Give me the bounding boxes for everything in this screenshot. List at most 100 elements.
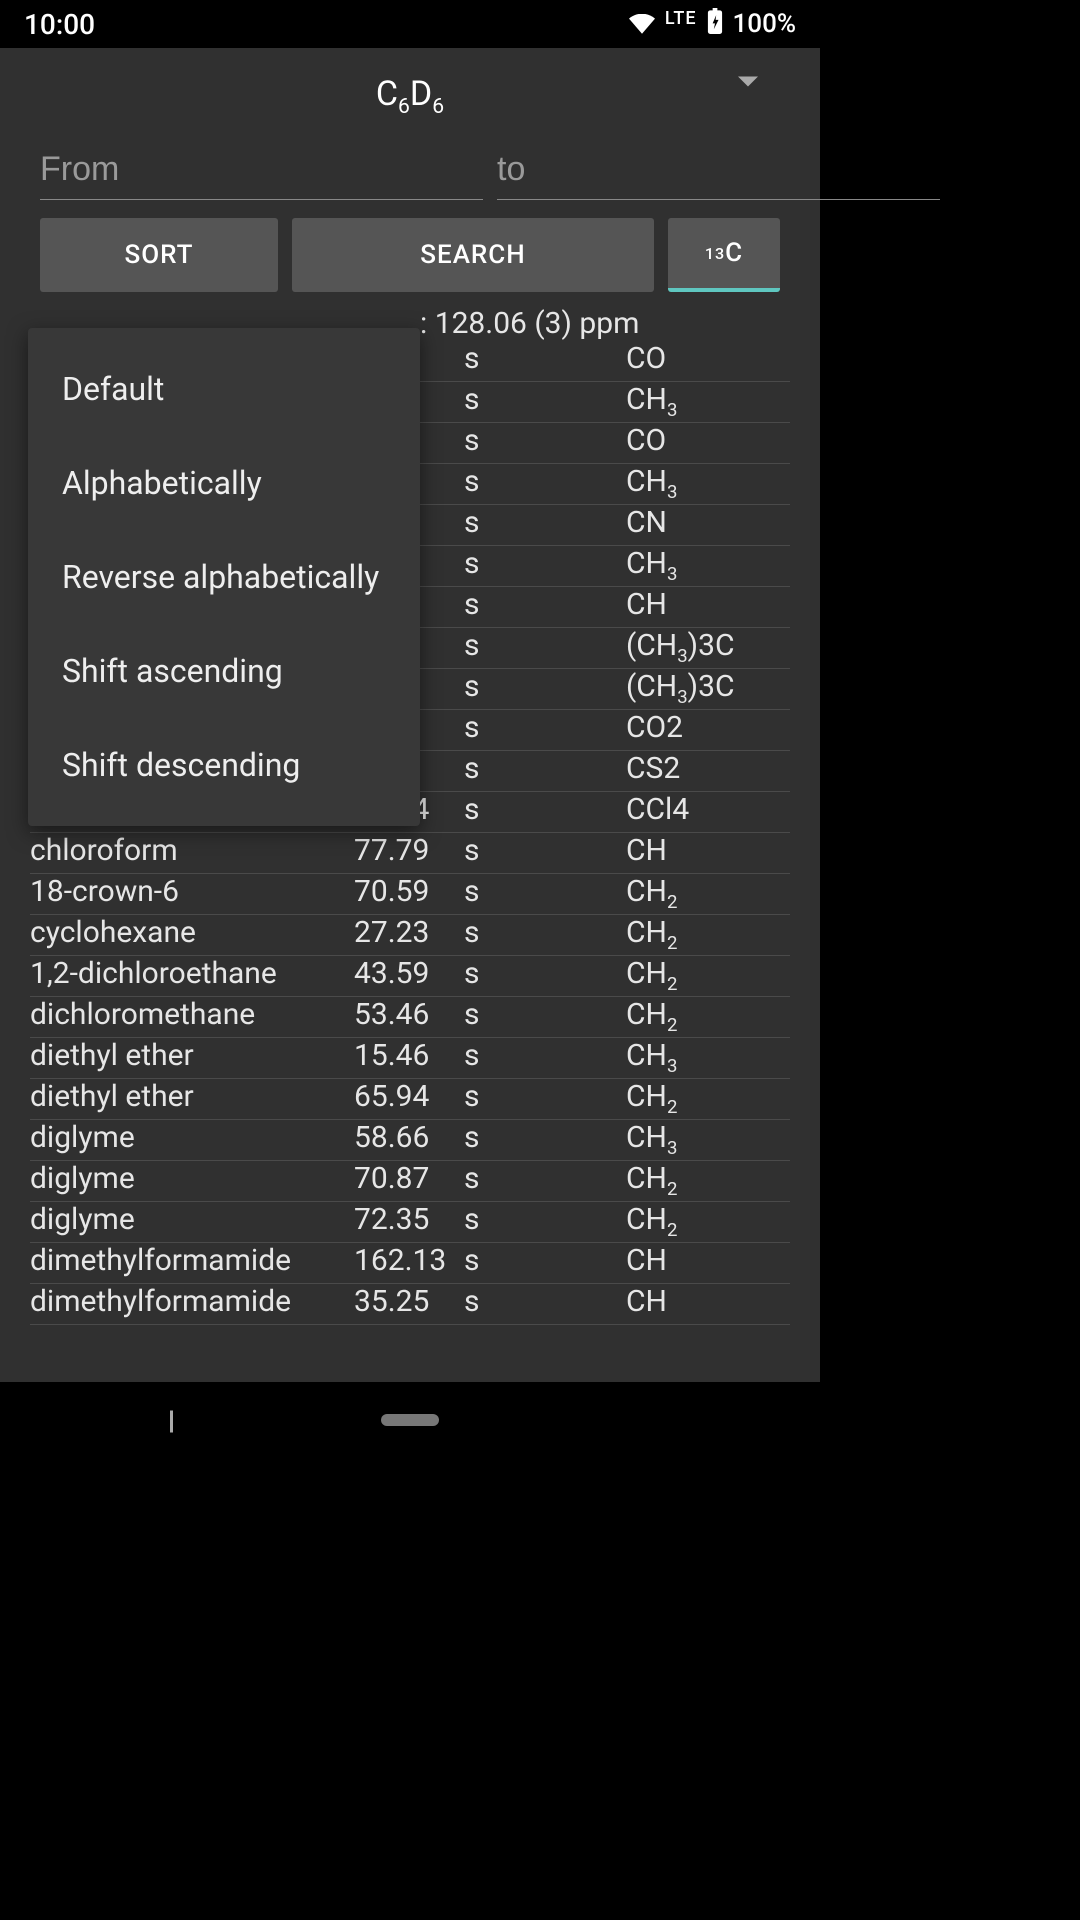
status-right: LTE 100% xyxy=(629,8,796,41)
multiplicity: s xyxy=(464,382,626,417)
compound-name: dimethylformamide xyxy=(30,1284,354,1319)
range-row xyxy=(0,144,820,218)
assignment: CS2 xyxy=(626,751,790,786)
assignment: CH2 xyxy=(626,1161,790,1200)
from-input[interactable] xyxy=(40,144,483,200)
sort-menu-item[interactable]: Default xyxy=(28,342,420,436)
table-row[interactable]: 1,2-dichloroethane43.59sCH2 xyxy=(30,956,790,997)
wifi-icon xyxy=(629,8,655,41)
android-nav-bar xyxy=(0,1382,820,1458)
multiplicity: s xyxy=(464,997,626,1032)
home-pill[interactable] xyxy=(381,1414,439,1426)
table-row[interactable]: chloroform77.79sCH xyxy=(30,833,790,874)
shift-value: 43.59 xyxy=(354,956,464,991)
multiplicity: s xyxy=(464,1161,626,1196)
assignment: CO2 xyxy=(626,710,790,745)
solvent-label: C6D6 xyxy=(376,74,444,119)
compound-name: 1,2-dichloroethane xyxy=(30,956,354,991)
compound-name: diglyme xyxy=(30,1161,354,1196)
multiplicity: s xyxy=(464,874,626,909)
assignment: CH3 xyxy=(626,1038,790,1077)
assignment: CH2 xyxy=(626,874,790,913)
shift-value: 72.35 xyxy=(354,1202,464,1237)
assignment: CO xyxy=(626,341,790,376)
multiplicity: s xyxy=(464,956,626,991)
compound-name: diethyl ether xyxy=(30,1038,354,1073)
multiplicity: s xyxy=(464,792,626,827)
shift-value: 58.66 xyxy=(354,1120,464,1155)
compound-name: 18-crown-6 xyxy=(30,874,354,909)
assignment: (CH3)3C xyxy=(626,669,790,708)
assignment: CH3 xyxy=(626,546,790,585)
multiplicity: s xyxy=(464,833,626,868)
multiplicity: s xyxy=(464,1079,626,1114)
multiplicity: s xyxy=(464,1202,626,1237)
app-surface: C6D6 SORT SEARCH 13C : 128.06 (3) ppm 2s… xyxy=(0,48,820,1382)
multiplicity: s xyxy=(464,710,626,745)
multiplicity: s xyxy=(464,628,626,663)
shift-value: 162.13 xyxy=(354,1243,464,1278)
table-row[interactable]: diglyme58.66sCH3 xyxy=(30,1120,790,1161)
multiplicity: s xyxy=(464,341,626,376)
status-bar: 10:00 LTE 100% xyxy=(0,0,820,48)
assignment: CN xyxy=(626,505,790,540)
assignment: CH3 xyxy=(626,464,790,503)
multiplicity: s xyxy=(464,669,626,704)
compound-name: dichloromethane xyxy=(30,997,354,1032)
search-button[interactable]: SEARCH xyxy=(292,218,654,292)
assignment: CH xyxy=(626,833,790,868)
sort-menu-item[interactable]: Alphabetically xyxy=(28,436,420,530)
battery-percent: 100% xyxy=(733,9,796,39)
compound-name: diglyme xyxy=(30,1120,354,1155)
assignment: CH2 xyxy=(626,997,790,1036)
compound-name: dimethylformamide xyxy=(30,1243,354,1278)
sort-menu-item[interactable]: Shift descending xyxy=(28,718,420,812)
to-input[interactable] xyxy=(497,144,940,200)
multiplicity: s xyxy=(464,1038,626,1073)
multiplicity: s xyxy=(464,1243,626,1278)
nucleus-toggle[interactable]: 13C xyxy=(668,218,780,292)
shift-value: 65.94 xyxy=(354,1079,464,1114)
compound-name: cyclohexane xyxy=(30,915,354,950)
shift-value: 35.25 xyxy=(354,1284,464,1319)
table-row[interactable]: dimethylformamide35.25sCH xyxy=(30,1284,790,1325)
table-row[interactable]: 18-crown-670.59sCH2 xyxy=(30,874,790,915)
multiplicity: s xyxy=(464,751,626,786)
table-row[interactable]: cyclohexane27.23sCH2 xyxy=(30,915,790,956)
status-time: 10:00 xyxy=(24,8,95,41)
button-row: SORT SEARCH 13C xyxy=(0,218,820,292)
assignment: CCl4 xyxy=(626,792,790,827)
assignment: CH2 xyxy=(626,1079,790,1118)
battery-icon xyxy=(707,8,723,41)
assignment: CH xyxy=(626,587,790,622)
table-row[interactable]: diglyme72.35sCH2 xyxy=(30,1202,790,1243)
shift-value: 15.46 xyxy=(354,1038,464,1073)
shift-value: 70.59 xyxy=(354,874,464,909)
multiplicity: s xyxy=(464,423,626,458)
back-icon[interactable] xyxy=(170,1411,173,1430)
table-row[interactable]: diethyl ether15.46sCH3 xyxy=(30,1038,790,1079)
solvent-selector[interactable]: C6D6 xyxy=(0,48,820,144)
sort-menu-item[interactable]: Reverse alphabetically xyxy=(28,530,420,624)
assignment: CH xyxy=(626,1284,790,1319)
compound-name: diethyl ether xyxy=(30,1079,354,1114)
sort-menu-item[interactable]: Shift ascending xyxy=(28,624,420,718)
compound-name: diglyme xyxy=(30,1202,354,1237)
compound-name: chloroform xyxy=(30,833,354,868)
sort-button[interactable]: SORT xyxy=(40,218,278,292)
shift-value: 53.46 xyxy=(354,997,464,1032)
multiplicity: s xyxy=(464,1284,626,1319)
chevron-down-icon xyxy=(738,87,758,106)
table-row[interactable]: dimethylformamide162.13sCH xyxy=(30,1243,790,1284)
multiplicity: s xyxy=(464,464,626,499)
table-row[interactable]: dichloromethane53.46sCH2 xyxy=(30,997,790,1038)
table-row[interactable]: diglyme70.87sCH2 xyxy=(30,1161,790,1202)
assignment: CH3 xyxy=(626,382,790,421)
multiplicity: s xyxy=(464,915,626,950)
assignment: CH2 xyxy=(626,956,790,995)
multiplicity: s xyxy=(464,587,626,622)
multiplicity: s xyxy=(464,1120,626,1155)
table-row[interactable]: diethyl ether65.94sCH2 xyxy=(30,1079,790,1120)
shift-value: 27.23 xyxy=(354,915,464,950)
shift-value: 77.79 xyxy=(354,833,464,868)
